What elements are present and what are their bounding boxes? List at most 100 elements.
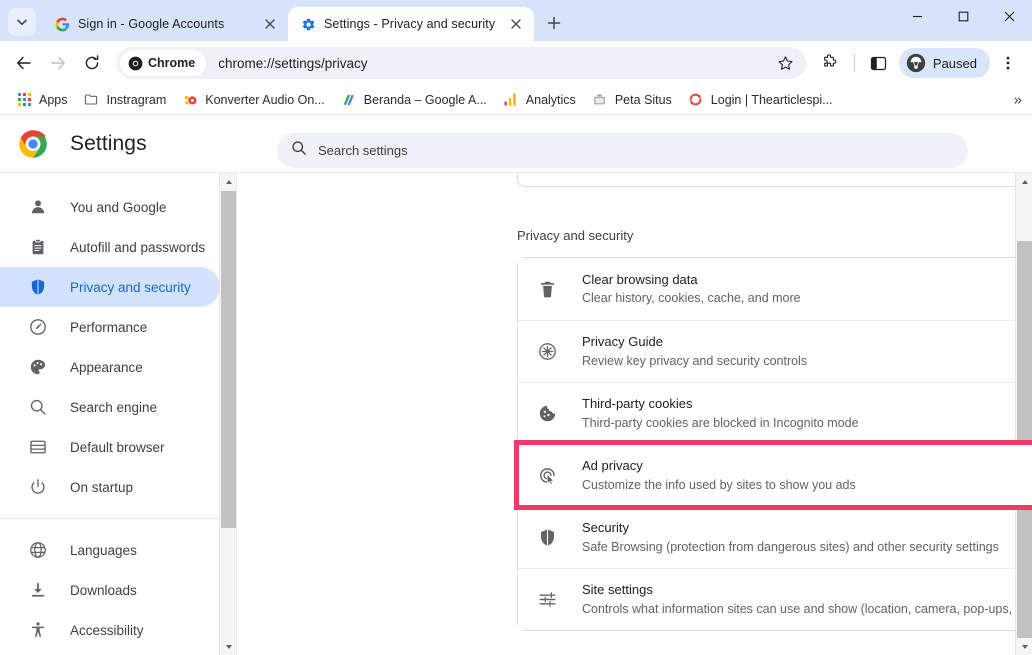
close-icon[interactable] — [507, 15, 525, 33]
bookmark-label: Konverter Audio On... — [205, 92, 325, 107]
row-subtitle: Clear history, cookies, cache, and more — [582, 291, 801, 306]
tab-search-button[interactable] — [8, 8, 36, 36]
row-subtitle: Review key privacy and security controls — [582, 353, 808, 368]
bookmark-login-thearticlespi[interactable]: Login | Thearticlespi... — [680, 88, 841, 112]
row-subtitle: Customize the info used by sites to show… — [582, 477, 856, 492]
row-title: Ad privacy — [582, 458, 643, 474]
bookmark-apps[interactable]: Apps — [8, 88, 76, 112]
sidebar-item-search-engine[interactable]: Search engine — [0, 387, 220, 427]
url-text: chrome://settings/privacy — [218, 55, 368, 71]
close-button[interactable] — [986, 0, 1032, 33]
bookmark-konverter-audio[interactable]: Konverter Audio On... — [174, 88, 333, 112]
sidebar-item-label: Accessibility — [70, 622, 144, 638]
sidebar-item-label: Performance — [70, 319, 148, 335]
tab-settings-privacy-and-security[interactable]: Settings - Privacy and security — [288, 7, 534, 41]
row-title: Clear browsing data — [582, 271, 698, 287]
sidebar-item-appearance[interactable]: Appearance — [0, 347, 220, 387]
bookmark-label: Instragram — [106, 92, 167, 107]
bookmark-star-icon[interactable] — [770, 47, 802, 79]
avatar-icon — [906, 53, 926, 73]
reload-button[interactable] — [76, 47, 108, 79]
bookmark-label: Analytics — [525, 92, 576, 107]
window-controls — [894, 0, 1032, 41]
analytics-icon — [503, 92, 519, 108]
sidebar-item-label: Appearance — [70, 359, 143, 375]
back-button[interactable] — [8, 47, 40, 79]
row-title: Privacy Guide — [582, 334, 663, 350]
section-title: Privacy and security — [517, 228, 634, 243]
sidebar-scroll-up-button[interactable] — [220, 173, 236, 190]
browser-window-icon — [28, 437, 48, 457]
sidebar-item-label: Downloads — [70, 582, 137, 598]
maximize-button[interactable] — [940, 0, 986, 33]
main-scrollbar-thumb[interactable] — [1017, 241, 1032, 638]
main-scroll-up-button[interactable] — [1016, 173, 1032, 190]
gear-icon — [300, 16, 316, 32]
sidebar-item-accessibility[interactable]: Accessibility — [0, 610, 220, 650]
row-title: Third-party cookies — [582, 396, 693, 412]
bookmark-analytics[interactable]: Analytics — [495, 88, 584, 112]
sidebar-item-languages[interactable]: Languages — [0, 530, 220, 570]
partial-card-above — [517, 173, 1032, 187]
sidebar-item-you-and-google[interactable]: You and Google — [0, 187, 220, 227]
row-clear-browsing-data[interactable]: Clear browsing data Clear history, cooki… — [518, 258, 1032, 320]
row-subtitle: Controls what information sites can use … — [582, 601, 1032, 616]
google-icon — [54, 16, 70, 32]
tab-strip: Sign in - Google Accounts Settings - Pri… — [0, 0, 1032, 41]
sidebar-item-autofill-and-passwords[interactable]: Autofill and passwords — [0, 227, 220, 267]
row-third-party-cookies[interactable]: Third-party cookies Third-party cookies … — [518, 382, 1032, 444]
sidebar-item-label: Search engine — [70, 399, 158, 415]
speedometer-icon — [28, 317, 48, 337]
settings-main-panel: Privacy and security Clear browsing data… — [236, 173, 1032, 655]
page-title: Settings — [70, 131, 147, 155]
profile-label: Paused — [932, 55, 977, 71]
row-title: Security — [582, 520, 629, 536]
trash-icon — [536, 278, 558, 300]
browser-toolbar: Chrome chrome://settings/privacy Paused — [0, 41, 1032, 85]
row-subtitle: Third-party cookies are blocked in Incog… — [582, 415, 859, 430]
sidebar-scrollbar[interactable] — [219, 173, 236, 655]
profile-chip-paused[interactable]: Paused — [898, 48, 990, 78]
minimize-button[interactable] — [894, 0, 940, 33]
sidebar-item-label: Default browser — [70, 439, 165, 455]
side-panel-icon[interactable] — [863, 47, 895, 79]
sidebar-item-label: Privacy and security — [70, 279, 191, 295]
bookmark-peta-situs[interactable]: Peta Situs — [584, 88, 680, 112]
sidebar-scroll-down-button[interactable] — [220, 638, 236, 655]
forward-button[interactable] — [42, 47, 74, 79]
bookmark-beranda-google-ads[interactable]: Beranda – Google A... — [333, 88, 495, 112]
sidebar-scrollbar-thumb[interactable] — [221, 191, 236, 528]
main-scrollbar[interactable] — [1015, 173, 1032, 655]
folder-icon — [84, 92, 100, 108]
bookmark-label: Beranda – Google A... — [363, 92, 487, 107]
settings-content: You and Google Autofill and passwords Pr… — [0, 172, 1032, 655]
row-privacy-guide[interactable]: Privacy Guide Review key privacy and sec… — [518, 320, 1032, 382]
sidebar-item-performance[interactable]: Performance — [0, 307, 220, 347]
tab-title: Sign in - Google Accounts — [78, 17, 225, 31]
row-site-settings[interactable]: Site settings Controls what information … — [518, 568, 1032, 630]
cookie-icon — [536, 403, 558, 425]
main-scroll-down-button[interactable] — [1016, 638, 1032, 655]
bookmarks-overflow-button[interactable]: » — [1014, 92, 1022, 107]
chrome-logo-icon — [18, 129, 48, 159]
search-settings-input[interactable]: Search settings — [277, 133, 968, 168]
address-bar[interactable]: Chrome chrome://settings/privacy — [116, 47, 806, 79]
sidebar-item-default-browser[interactable]: Default browser — [0, 427, 220, 467]
bookmark-instragram[interactable]: Instragram — [76, 88, 175, 112]
tab-title: Settings - Privacy and security — [324, 17, 496, 31]
row-ad-privacy[interactable]: Ad privacy Customize the info used by si… — [514, 440, 1032, 510]
row-security[interactable]: Security Safe Browsing (protection from … — [518, 506, 1032, 568]
chrome-menu-icon[interactable] — [992, 47, 1024, 79]
google-ads-icon — [341, 92, 357, 108]
sitemap-icon — [592, 92, 608, 108]
extensions-icon[interactable] — [814, 47, 846, 79]
sidebar-item-downloads[interactable]: Downloads — [0, 570, 220, 610]
close-icon[interactable] — [261, 15, 279, 33]
chrome-chip-label: Chrome — [148, 56, 196, 70]
chrome-origin-chip[interactable]: Chrome — [120, 50, 207, 76]
sidebar-item-on-startup[interactable]: On startup — [0, 467, 220, 507]
search-placeholder: Search settings — [318, 143, 408, 158]
new-tab-button[interactable] — [540, 9, 568, 37]
tab-sign-in-google-accounts[interactable]: Sign in - Google Accounts — [42, 7, 288, 41]
sidebar-item-privacy-and-security[interactable]: Privacy and security — [0, 267, 220, 307]
